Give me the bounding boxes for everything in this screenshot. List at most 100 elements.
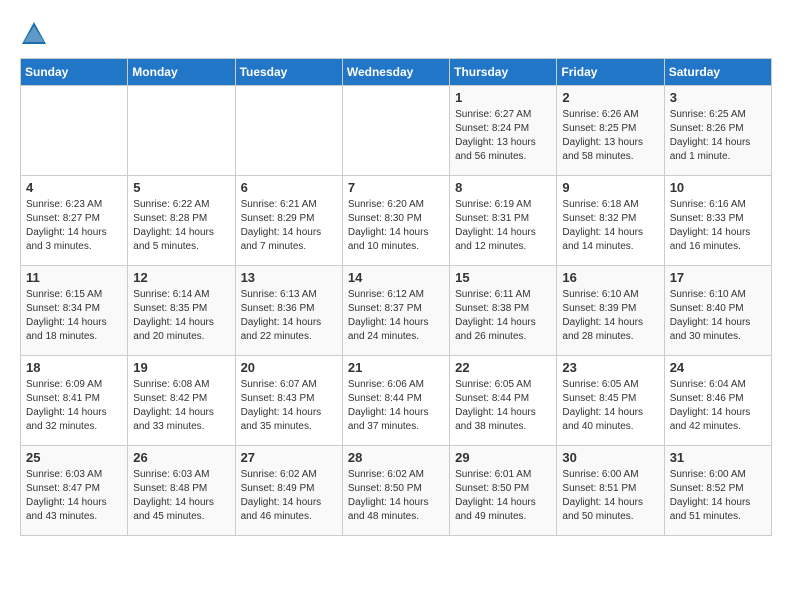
calendar-cell: [235, 86, 342, 176]
day-number: 16: [562, 270, 658, 285]
calendar-cell: 19 Sunrise: 6:08 AM Sunset: 8:42 PM Dayli…: [128, 356, 235, 446]
day-number: 18: [26, 360, 122, 375]
calendar-cell: 27 Sunrise: 6:02 AM Sunset: 8:49 PM Dayli…: [235, 446, 342, 536]
week-row-1: 4 Sunrise: 6:23 AM Sunset: 8:27 PM Daylig…: [21, 176, 772, 266]
calendar-cell: 9 Sunrise: 6:18 AM Sunset: 8:32 PM Daylig…: [557, 176, 664, 266]
calendar-cell: 28 Sunrise: 6:02 AM Sunset: 8:50 PM Dayli…: [342, 446, 449, 536]
day-info: Sunrise: 6:05 AM Sunset: 8:45 PM Dayligh…: [562, 378, 658, 434]
day-info: Sunrise: 6:01 AM Sunset: 8:50 PM Dayligh…: [455, 468, 551, 524]
day-info: Sunrise: 6:07 AM Sunset: 8:43 PM Dayligh…: [241, 378, 337, 434]
header-thursday: Thursday: [450, 59, 557, 86]
header-saturday: Saturday: [664, 59, 771, 86]
calendar-cell: 31Sunrise: 6:00 AM Sunset: 8:52 PM Dayli…: [664, 446, 771, 536]
calendar-cell: 23Sunrise: 6:05 AM Sunset: 8:45 PM Dayli…: [557, 356, 664, 446]
day-info: Sunrise: 6:00 AM Sunset: 8:51 PM Dayligh…: [562, 468, 658, 524]
day-info: Sunrise: 6:26 AM Sunset: 8:25 PM Dayligh…: [562, 108, 658, 164]
day-info: Sunrise: 6:13 AM Sunset: 8:36 PM Dayligh…: [241, 288, 337, 344]
day-info: Sunrise: 6:12 AM Sunset: 8:37 PM Dayligh…: [348, 288, 444, 344]
day-info: Sunrise: 6:09 AM Sunset: 8:41 PM Dayligh…: [26, 378, 122, 434]
day-info: Sunrise: 6:03 AM Sunset: 8:47 PM Dayligh…: [26, 468, 122, 524]
calendar-cell: 6 Sunrise: 6:21 AM Sunset: 8:29 PM Daylig…: [235, 176, 342, 266]
day-number: 24: [670, 360, 766, 375]
day-number: 5: [133, 180, 229, 195]
day-number: 1: [455, 90, 551, 105]
day-number: 30: [562, 450, 658, 465]
day-info: Sunrise: 6:25 AM Sunset: 8:26 PM Dayligh…: [670, 108, 766, 164]
day-info: Sunrise: 6:15 AM Sunset: 8:34 PM Dayligh…: [26, 288, 122, 344]
day-info: Sunrise: 6:02 AM Sunset: 8:49 PM Dayligh…: [241, 468, 337, 524]
day-info: Sunrise: 6:11 AM Sunset: 8:38 PM Dayligh…: [455, 288, 551, 344]
day-number: 3: [670, 90, 766, 105]
calendar-cell: 29 Sunrise: 6:01 AM Sunset: 8:50 PM Dayli…: [450, 446, 557, 536]
calendar-cell: 14 Sunrise: 6:12 AM Sunset: 8:37 PM Dayli…: [342, 266, 449, 356]
week-row-4: 25 Sunrise: 6:03 AM Sunset: 8:47 PM Dayli…: [21, 446, 772, 536]
day-info: Sunrise: 6:18 AM Sunset: 8:32 PM Dayligh…: [562, 198, 658, 254]
day-info: Sunrise: 6:10 AM Sunset: 8:39 PM Dayligh…: [562, 288, 658, 344]
day-info: Sunrise: 6:22 AM Sunset: 8:28 PM Dayligh…: [133, 198, 229, 254]
calendar-cell: [128, 86, 235, 176]
calendar-cell: 22 Sunrise: 6:05 AM Sunset: 8:44 PM Dayli…: [450, 356, 557, 446]
header-row: SundayMondayTuesdayWednesdayThursdayFrid…: [21, 59, 772, 86]
day-info: Sunrise: 6:02 AM Sunset: 8:50 PM Dayligh…: [348, 468, 444, 524]
day-info: Sunrise: 6:27 AM Sunset: 8:24 PM Dayligh…: [455, 108, 551, 164]
day-info: Sunrise: 6:20 AM Sunset: 8:30 PM Dayligh…: [348, 198, 444, 254]
header-wednesday: Wednesday: [342, 59, 449, 86]
calendar-cell: [21, 86, 128, 176]
day-info: Sunrise: 6:08 AM Sunset: 8:42 PM Dayligh…: [133, 378, 229, 434]
calendar-cell: 16 Sunrise: 6:10 AM Sunset: 8:39 PM Dayli…: [557, 266, 664, 356]
day-number: 31: [670, 450, 766, 465]
header-tuesday: Tuesday: [235, 59, 342, 86]
week-row-2: 11 Sunrise: 6:15 AM Sunset: 8:34 PM Dayli…: [21, 266, 772, 356]
day-number: 20: [241, 360, 337, 375]
calendar-cell: 18 Sunrise: 6:09 AM Sunset: 8:41 PM Dayli…: [21, 356, 128, 446]
day-info: Sunrise: 6:23 AM Sunset: 8:27 PM Dayligh…: [26, 198, 122, 254]
day-number: 29: [455, 450, 551, 465]
calendar-cell: 30 Sunrise: 6:00 AM Sunset: 8:51 PM Dayli…: [557, 446, 664, 536]
day-number: 9: [562, 180, 658, 195]
day-info: Sunrise: 6:21 AM Sunset: 8:29 PM Dayligh…: [241, 198, 337, 254]
calendar-cell: [342, 86, 449, 176]
day-number: 14: [348, 270, 444, 285]
calendar-cell: 2 Sunrise: 6:26 AM Sunset: 8:25 PM Daylig…: [557, 86, 664, 176]
calendar-cell: 15 Sunrise: 6:11 AM Sunset: 8:38 PM Dayli…: [450, 266, 557, 356]
day-info: Sunrise: 6:06 AM Sunset: 8:44 PM Dayligh…: [348, 378, 444, 434]
week-row-0: 1 Sunrise: 6:27 AM Sunset: 8:24 PM Daylig…: [21, 86, 772, 176]
day-info: Sunrise: 6:14 AM Sunset: 8:35 PM Dayligh…: [133, 288, 229, 344]
day-number: 15: [455, 270, 551, 285]
calendar-cell: 4 Sunrise: 6:23 AM Sunset: 8:27 PM Daylig…: [21, 176, 128, 266]
page-header: [20, 20, 772, 48]
calendar-cell: 12 Sunrise: 6:14 AM Sunset: 8:35 PM Dayli…: [128, 266, 235, 356]
day-number: 19: [133, 360, 229, 375]
calendar-cell: 17Sunrise: 6:10 AM Sunset: 8:40 PM Dayli…: [664, 266, 771, 356]
day-number: 13: [241, 270, 337, 285]
header-friday: Friday: [557, 59, 664, 86]
calendar-table: SundayMondayTuesdayWednesdayThursdayFrid…: [20, 58, 772, 536]
day-number: 28: [348, 450, 444, 465]
day-info: Sunrise: 6:03 AM Sunset: 8:48 PM Dayligh…: [133, 468, 229, 524]
calendar-cell: 24 Sunrise: 6:04 AM Sunset: 8:46 PM Dayli…: [664, 356, 771, 446]
day-info: Sunrise: 6:04 AM Sunset: 8:46 PM Dayligh…: [670, 378, 766, 434]
calendar-cell: 13 Sunrise: 6:13 AM Sunset: 8:36 PM Dayli…: [235, 266, 342, 356]
day-number: 22: [455, 360, 551, 375]
calendar-cell: 1 Sunrise: 6:27 AM Sunset: 8:24 PM Daylig…: [450, 86, 557, 176]
logo: [20, 20, 52, 48]
calendar-cell: 7Sunrise: 6:20 AM Sunset: 8:30 PM Daylig…: [342, 176, 449, 266]
logo-icon: [20, 20, 48, 48]
day-number: 12: [133, 270, 229, 285]
day-info: Sunrise: 6:10 AM Sunset: 8:40 PM Dayligh…: [670, 288, 766, 344]
day-info: Sunrise: 6:19 AM Sunset: 8:31 PM Dayligh…: [455, 198, 551, 254]
calendar-cell: 8 Sunrise: 6:19 AM Sunset: 8:31 PM Daylig…: [450, 176, 557, 266]
header-monday: Monday: [128, 59, 235, 86]
calendar-cell: 11 Sunrise: 6:15 AM Sunset: 8:34 PM Dayli…: [21, 266, 128, 356]
day-number: 21: [348, 360, 444, 375]
day-number: 10: [670, 180, 766, 195]
day-number: 26: [133, 450, 229, 465]
day-number: 6: [241, 180, 337, 195]
day-number: 2: [562, 90, 658, 105]
day-number: 25: [26, 450, 122, 465]
day-number: 8: [455, 180, 551, 195]
day-number: 11: [26, 270, 122, 285]
day-number: 4: [26, 180, 122, 195]
day-info: Sunrise: 6:05 AM Sunset: 8:44 PM Dayligh…: [455, 378, 551, 434]
day-number: 27: [241, 450, 337, 465]
